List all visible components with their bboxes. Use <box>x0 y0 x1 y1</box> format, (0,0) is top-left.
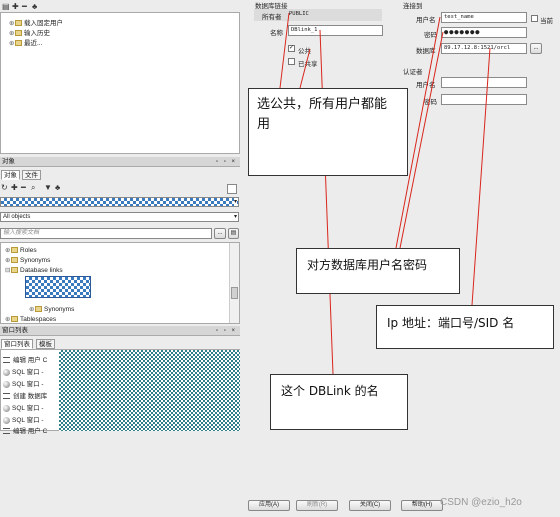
annotation-user-password: 对方数据库用户名密码 <box>296 248 460 294</box>
annotation-dblink-name: 这个 DBLink 的名 <box>270 374 408 430</box>
annotation-text: 对方数据库用户名密码 <box>307 258 428 272</box>
annotation-lines <box>279 12 491 375</box>
watermark: CSDN @ezio_h2o <box>440 497 522 508</box>
annotation-text: 这个 DBLink 的名 <box>281 384 379 398</box>
annotation-line-name <box>319 29 334 375</box>
annotation-text: Ip 地址：端口号/SID 名 <box>387 316 515 330</box>
annotation-public: 选公共，所有用户都能用 <box>248 88 408 176</box>
annotation-line-shared <box>299 48 311 89</box>
annotation-text: 选公共，所有用户都能用 <box>257 97 388 132</box>
annotation-ip: Ip 地址：端口号/SID 名 <box>376 305 554 349</box>
annotation-line-database <box>471 47 491 306</box>
annotation-line-public <box>279 12 290 89</box>
